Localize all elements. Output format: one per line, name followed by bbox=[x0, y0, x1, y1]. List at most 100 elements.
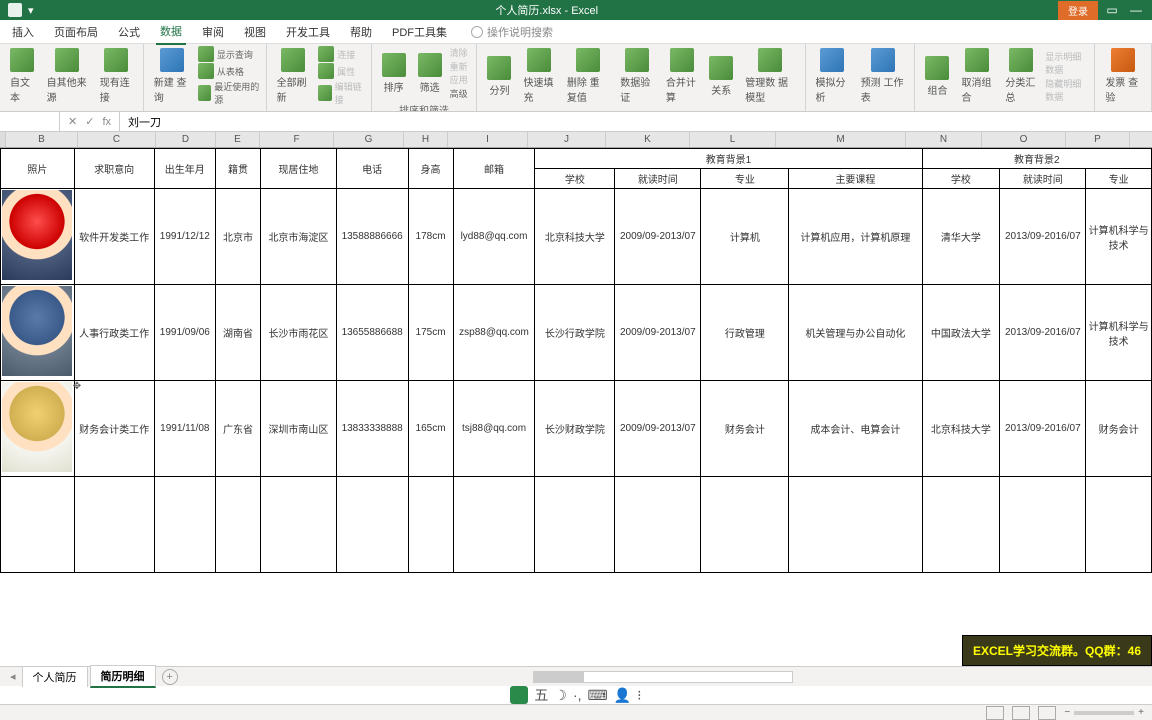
th-addr[interactable]: 现居住地 bbox=[261, 149, 337, 189]
cell-birth[interactable]: 1991/12/12 bbox=[154, 189, 215, 285]
cell-e1-school[interactable]: 长沙行政学院 bbox=[535, 285, 615, 381]
qat-dropdown-icon[interactable]: ▾ bbox=[28, 4, 34, 17]
th-period2[interactable]: 就读时间 bbox=[1000, 169, 1086, 189]
table-row[interactable]: 软件开发类工作 1991/12/12 北京市 北京市海淀区 1358888666… bbox=[1, 189, 1152, 285]
cell-e1-period[interactable]: 2009/09-2013/07 bbox=[615, 285, 701, 381]
cell-job[interactable]: 财务会计类工作 bbox=[74, 381, 154, 477]
confirm-icon[interactable]: ✓ bbox=[85, 115, 94, 128]
cell-e1-major[interactable]: 计算机 bbox=[701, 189, 789, 285]
col-header[interactable]: K bbox=[606, 132, 690, 147]
th-edu2[interactable]: 教育背景2 bbox=[922, 149, 1152, 169]
th-school2[interactable]: 学校 bbox=[922, 169, 1000, 189]
th-period[interactable]: 就读时间 bbox=[615, 169, 701, 189]
cell-e1-school[interactable]: 长沙财政学院 bbox=[535, 381, 615, 477]
cell-height[interactable]: 175cm bbox=[408, 285, 453, 381]
ime-logo-icon[interactable] bbox=[510, 686, 528, 704]
col-header[interactable]: O bbox=[982, 132, 1066, 147]
text-to-columns-button[interactable]: 分列 bbox=[483, 54, 515, 99]
col-header[interactable]: M bbox=[776, 132, 906, 147]
cell-e1-courses[interactable]: 成本会计、电算会计 bbox=[789, 381, 922, 477]
col-header[interactable]: H bbox=[404, 132, 448, 147]
tab-page-layout[interactable]: 页面布局 bbox=[50, 20, 102, 44]
col-header[interactable]: B bbox=[6, 132, 78, 147]
th-email[interactable]: 邮箱 bbox=[453, 149, 535, 189]
horizontal-scrollbar[interactable] bbox=[180, 671, 1146, 683]
show-queries-button[interactable]: 显示查询 bbox=[198, 46, 260, 62]
col-header[interactable]: C bbox=[78, 132, 156, 147]
cell-e2-school[interactable]: 中国政法大学 bbox=[922, 285, 1000, 381]
zoom-in-button[interactable]: + bbox=[1138, 707, 1144, 718]
whatif-button[interactable]: 模拟分析 bbox=[812, 46, 853, 106]
login-button[interactable]: 登录 bbox=[1058, 1, 1098, 20]
cell-photo[interactable] bbox=[1, 381, 75, 477]
ime-settings-icon[interactable]: ⁝ bbox=[637, 687, 641, 704]
cell-origin[interactable]: 广东省 bbox=[216, 381, 261, 477]
cancel-icon[interactable]: ✕ bbox=[68, 115, 77, 128]
tab-view[interactable]: 视图 bbox=[240, 20, 270, 44]
th-phone[interactable]: 电话 bbox=[336, 149, 408, 189]
group-button[interactable]: 组合 bbox=[921, 54, 953, 99]
col-header[interactable]: N bbox=[906, 132, 982, 147]
add-sheet-button[interactable]: + bbox=[162, 669, 178, 685]
cell-addr[interactable]: 北京市海淀区 bbox=[261, 189, 337, 285]
col-header[interactable]: D bbox=[156, 132, 216, 147]
refresh-all-button[interactable]: 全部刷新 bbox=[273, 46, 315, 106]
cell-e1-courses[interactable]: 机关管理与办公自动化 bbox=[789, 285, 922, 381]
col-header[interactable]: F bbox=[260, 132, 334, 147]
th-photo[interactable]: 照片 bbox=[1, 149, 75, 189]
cell-phone[interactable]: 13655886688 bbox=[336, 285, 408, 381]
sheet-tab-detail[interactable]: 简历明细 bbox=[90, 665, 156, 688]
ime-crescent-icon[interactable]: ☽ bbox=[554, 687, 567, 704]
tell-me-search[interactable]: 操作说明搜索 bbox=[471, 24, 553, 40]
from-table-button[interactable]: 从表格 bbox=[198, 63, 260, 79]
from-text-button[interactable]: 自文本 bbox=[6, 46, 39, 106]
cell-origin[interactable]: 湖南省 bbox=[216, 285, 261, 381]
tab-review[interactable]: 审阅 bbox=[198, 20, 228, 44]
tab-formulas[interactable]: 公式 bbox=[114, 20, 144, 44]
ime-person-icon[interactable]: 👤 bbox=[614, 687, 631, 704]
cell-addr[interactable]: 深圳市南山区 bbox=[261, 381, 337, 477]
cell-job[interactable]: 人事行政类工作 bbox=[74, 285, 154, 381]
cell-job[interactable]: 软件开发类工作 bbox=[74, 189, 154, 285]
cell-birth[interactable]: 1991/09/06 bbox=[154, 285, 215, 381]
relationships-button[interactable]: 关系 bbox=[705, 54, 737, 99]
cell-photo[interactable] bbox=[1, 285, 75, 381]
data-validation-button[interactable]: 数据验 证 bbox=[616, 46, 658, 106]
name-box[interactable] bbox=[0, 112, 60, 131]
table-row[interactable]: 财务会计类工作 1991/11/08 广东省 深圳市南山区 1383333888… bbox=[1, 381, 1152, 477]
cell-addr[interactable]: 长沙市雨花区 bbox=[261, 285, 337, 381]
flash-fill-button[interactable]: 快速填充 bbox=[519, 46, 558, 106]
new-query-button[interactable]: 新建 查询 bbox=[150, 46, 194, 106]
zoom-slider[interactable] bbox=[1074, 711, 1134, 715]
consolidate-button[interactable]: 合并计算 bbox=[662, 46, 701, 106]
cell-e2-school[interactable]: 北京科技大学 bbox=[922, 381, 1000, 477]
filter-button[interactable]: 筛选 bbox=[414, 51, 446, 96]
tab-data[interactable]: 数据 bbox=[156, 19, 186, 45]
th-origin[interactable]: 籍贯 bbox=[216, 149, 261, 189]
cell-phone[interactable]: 13833338888 bbox=[336, 381, 408, 477]
data-model-button[interactable]: 管理数 据模型 bbox=[741, 46, 798, 106]
cell-e2-school[interactable]: 清华大学 bbox=[922, 189, 1000, 285]
sheet-tab-resume[interactable]: 个人简历 bbox=[22, 666, 88, 687]
cell-e1-period[interactable]: 2009/09-2013/07 bbox=[615, 189, 701, 285]
tab-insert[interactable]: 插入 bbox=[8, 20, 38, 44]
col-header[interactable]: E bbox=[216, 132, 260, 147]
cell-e2-period[interactable]: 2013/09-2016/07 bbox=[1000, 189, 1086, 285]
sort-button[interactable]: 排序 bbox=[378, 51, 410, 96]
cell-height[interactable]: 165cm bbox=[408, 381, 453, 477]
cell-e2-major[interactable]: 计算机科学与技术 bbox=[1086, 285, 1152, 381]
col-header[interactable]: G bbox=[334, 132, 404, 147]
th-courses[interactable]: 主要课程 bbox=[789, 169, 922, 189]
cell-e1-school[interactable]: 北京科技大学 bbox=[535, 189, 615, 285]
save-icon[interactable] bbox=[8, 3, 22, 17]
minimize-button[interactable]: — bbox=[1126, 3, 1146, 17]
cell-email[interactable]: lyd88@qq.com bbox=[453, 189, 535, 285]
table-row[interactable] bbox=[1, 477, 1152, 573]
ungroup-button[interactable]: 取消组合 bbox=[957, 46, 997, 106]
advanced-button[interactable]: 高级 bbox=[450, 87, 471, 100]
forecast-sheet-button[interactable]: 预测 工作表 bbox=[857, 46, 909, 106]
cell-photo[interactable] bbox=[1, 189, 75, 285]
zoom-out-button[interactable]: − bbox=[1064, 707, 1070, 718]
page-break-view-icon[interactable] bbox=[1038, 706, 1056, 720]
th-birth[interactable]: 出生年月 bbox=[154, 149, 215, 189]
